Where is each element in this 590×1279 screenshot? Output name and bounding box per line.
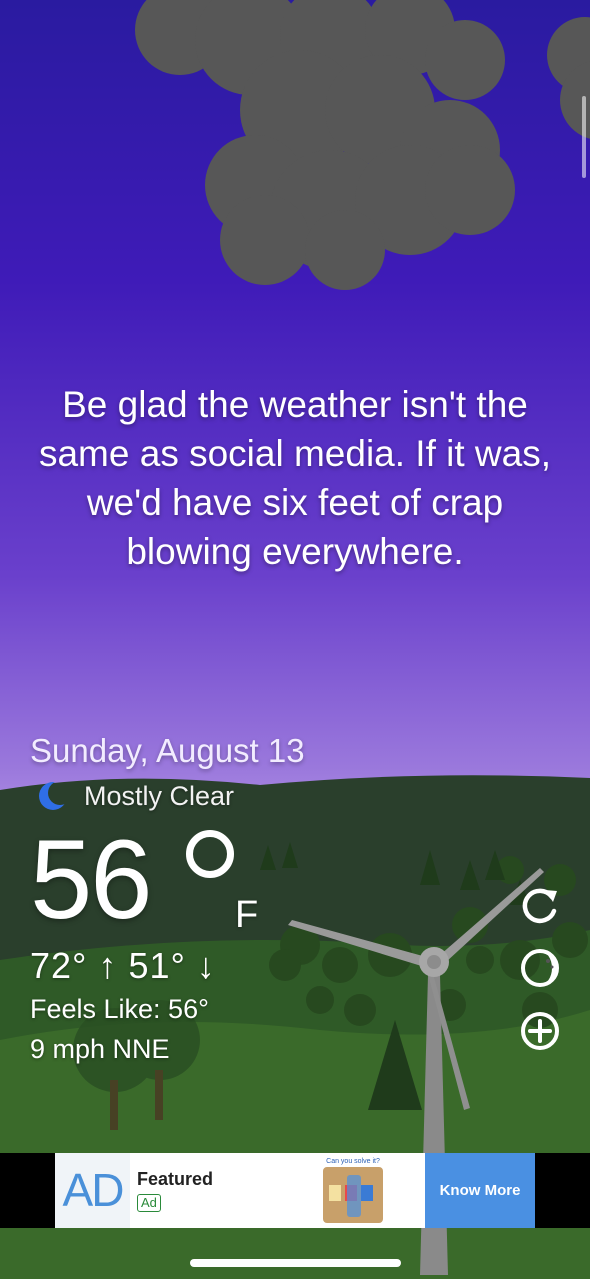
forecast-date: Sunday, August 13 [30,732,305,769]
add-location-icon[interactable] [519,1010,561,1052]
ad-logo: AD [55,1153,130,1228]
ad-tag: Ad [137,1194,161,1212]
know-more-button[interactable]: Know More [425,1153,535,1228]
ad-puzzle-image[interactable]: Can you solve it? [317,1155,389,1226]
feels-like: Feels Like: 56° [30,994,209,1024]
refresh-icon[interactable] [519,885,561,927]
crescent-moon-icon [39,782,67,810]
moon-phase-icon[interactable] [519,947,561,989]
ad-card[interactable]: AD Featured Ad Can you solve it? Know Mo… [55,1153,535,1228]
home-indicator[interactable] [190,1259,401,1267]
degree-symbol [186,830,234,878]
condition-label: Mostly Clear [84,780,235,811]
ad-title: Featured [137,1169,214,1189]
current-temperature: 56 [30,817,153,942]
weather-scene-background [0,0,590,1279]
condition-row: Mostly Clear [38,777,234,815]
temperature-unit: F [235,894,259,936]
storm-cloud [135,0,515,290]
ad-image-caption: Can you solve it? [326,1158,380,1165]
wind-info: 9 mph NNE [30,1034,170,1064]
scroll-indicator[interactable] [582,96,586,178]
ad-banner: AD Featured Ad Can you solve it? Know Mo… [0,1153,590,1228]
weather-quote: Be glad the weather isn't the same as so… [38,384,552,572]
high-low-temps: 72° ↑ 51° ↓ [30,945,216,986]
